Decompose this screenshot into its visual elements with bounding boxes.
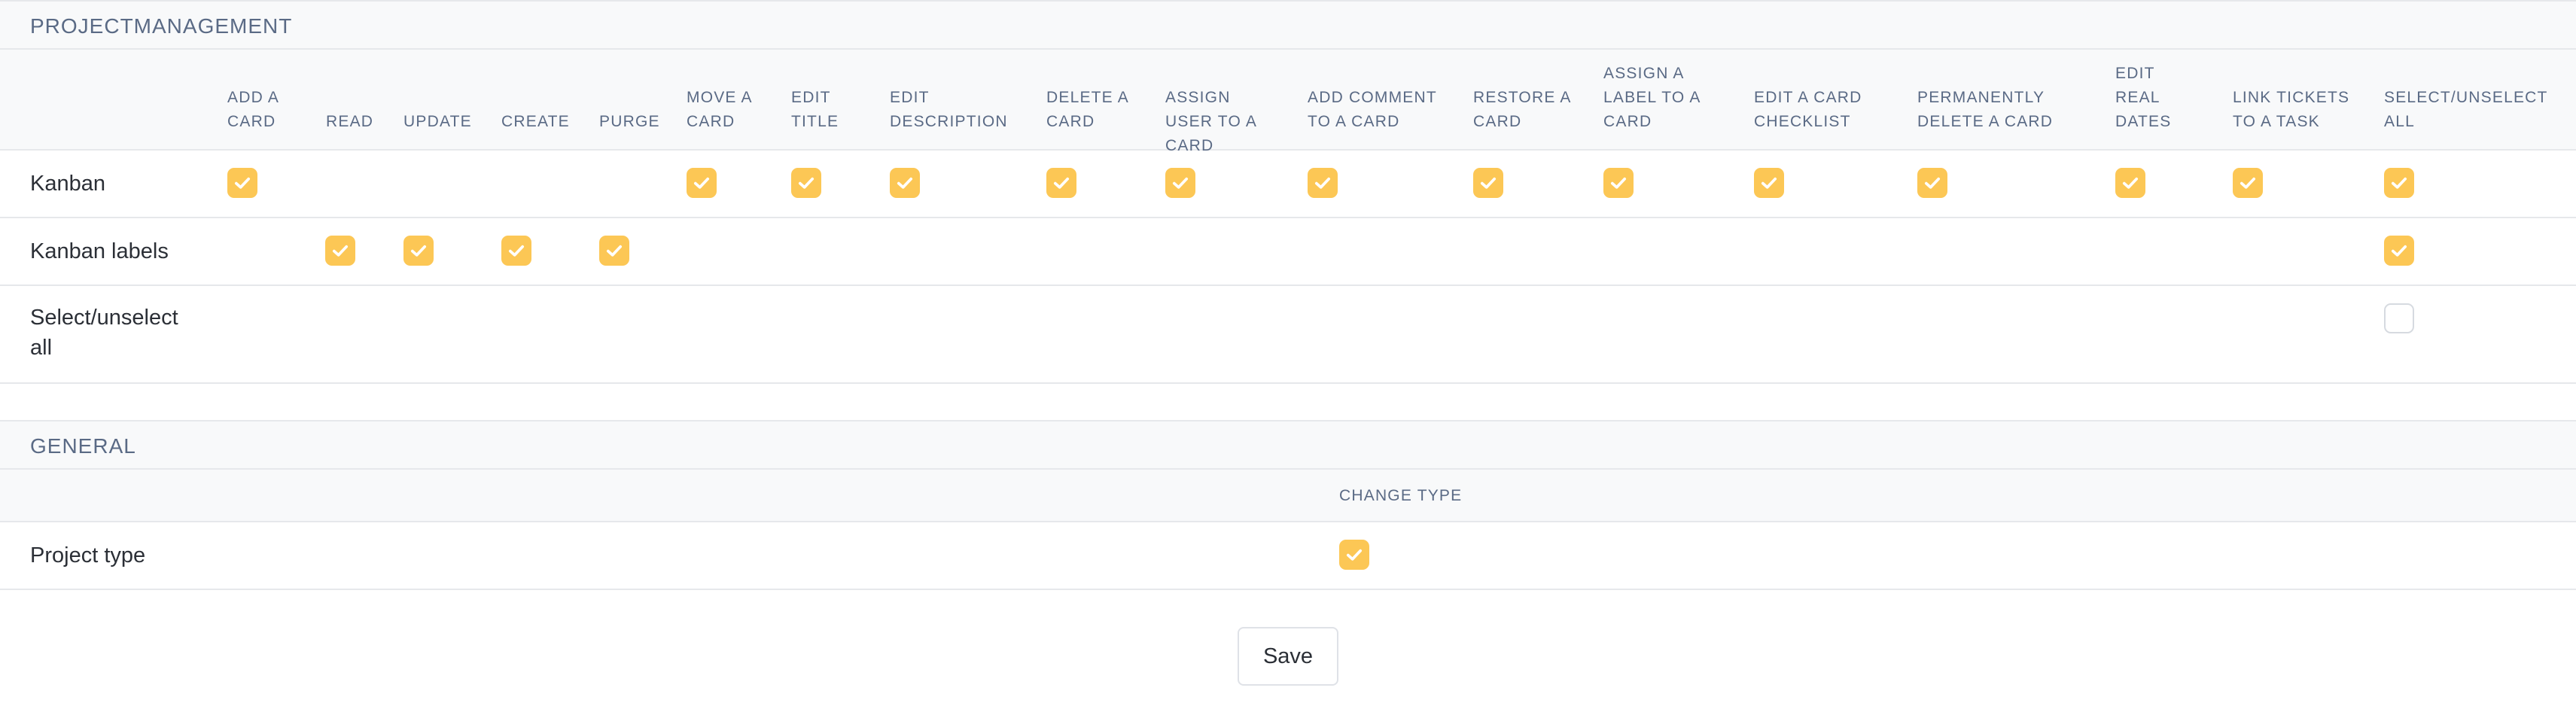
column-header-add-card: ADD A CARD — [227, 89, 279, 130]
section-title: PROJECTMANAGEMENT — [30, 14, 293, 38]
table-row-project-type: Project type — [0, 522, 2576, 590]
checkbox[interactable] — [1917, 168, 1947, 198]
column-header-purge: PURGE — [599, 113, 660, 130]
checkbox[interactable] — [501, 236, 531, 266]
column-header-move-card: MOVE A CARD — [687, 89, 752, 130]
section-title: GENERAL — [30, 434, 136, 458]
checkbox[interactable] — [2384, 303, 2414, 333]
column-header-assign-label: ASSIGN A LABEL TO A CARD — [1603, 65, 1701, 130]
column-header-read: READ — [326, 113, 374, 130]
checkbox[interactable] — [1308, 168, 1338, 198]
checkbox[interactable] — [403, 236, 434, 266]
column-header-select-all: SELECT/UNSELECT ALL — [2384, 89, 2548, 130]
save-button[interactable]: Save — [1238, 627, 1338, 686]
section-header-projectmanagement: PROJECTMANAGEMENT — [0, 0, 2576, 50]
column-header-link-tickets: LINK TICKETS TO A TASK — [2233, 89, 2350, 130]
row-label: Select/unselect all — [30, 306, 178, 360]
checkbox[interactable] — [2384, 236, 2414, 266]
column-header-edit-description: EDIT DESCRIPTION — [890, 89, 1008, 130]
checkbox[interactable] — [1046, 168, 1076, 198]
column-header-row: ADD A CARD READ UPDATE CREATE PURGE MOVE… — [0, 50, 2576, 154]
row-label: Project type — [30, 543, 146, 568]
column-header-edit-real-dates: EDIT REAL DATES — [2115, 65, 2172, 130]
column-header-permanently-delete: PERMANENTLY DELETE A CARD — [1917, 89, 2054, 130]
table-row-kanban-labels: Kanban labels — [0, 218, 2576, 286]
checkbox[interactable] — [325, 236, 355, 266]
checkbox[interactable] — [791, 168, 821, 198]
row-label: Kanban — [30, 172, 105, 196]
row-label: Kanban labels — [30, 239, 169, 263]
checkbox[interactable] — [687, 168, 717, 198]
checkbox[interactable] — [1754, 168, 1784, 198]
checkbox[interactable] — [1603, 168, 1634, 198]
table-row-select-unselect-all: Select/unselect all — [0, 286, 2576, 384]
checkbox[interactable] — [1165, 168, 1195, 198]
checkbox[interactable] — [2384, 168, 2414, 198]
checkbox[interactable] — [599, 236, 629, 266]
checkbox[interactable] — [1339, 540, 1369, 570]
column-header-add-comment: ADD COMMENT TO A CARD — [1308, 89, 1437, 130]
checkbox[interactable] — [1473, 168, 1503, 198]
column-header-change-type: CHANGE TYPE — [1339, 487, 1463, 504]
table-row-kanban: Kanban — [0, 151, 2576, 218]
column-header-edit-title: EDIT TITLE — [791, 89, 839, 130]
checkbox[interactable] — [227, 168, 257, 198]
checkbox[interactable] — [2233, 168, 2263, 198]
column-header-restore-card: RESTORE A CARD — [1473, 89, 1571, 130]
column-header-update: UPDATE — [403, 113, 472, 130]
checkbox[interactable] — [2115, 168, 2145, 198]
column-header-create: CREATE — [501, 113, 570, 130]
section-header-general: GENERAL — [0, 420, 2576, 470]
checkbox[interactable] — [890, 168, 920, 198]
column-header-delete-card: DELETE A CARD — [1046, 89, 1128, 130]
column-header-edit-checklist: EDIT A CARD CHECKLIST — [1754, 89, 1862, 130]
column-header-assign-user: ASSIGN USER TO A CARD — [1165, 89, 1256, 154]
column-header-row: CHANGE TYPE — [0, 470, 2576, 522]
